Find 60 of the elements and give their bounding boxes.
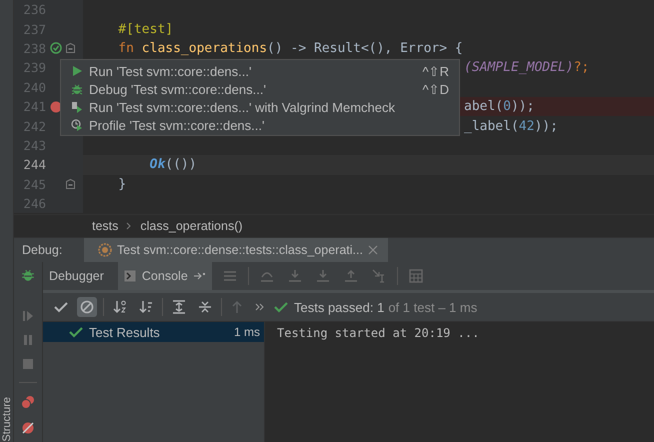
fold-icon[interactable] <box>66 43 75 54</box>
breadcrumb-item[interactable]: class_operations() <box>140 219 243 233</box>
code-line: _label(42)); <box>464 118 558 134</box>
check-icon <box>54 301 68 313</box>
sort-duration-icon[interactable] <box>139 300 153 314</box>
table-icon[interactable] <box>408 269 423 283</box>
more-chevrons-icon[interactable] <box>255 303 265 311</box>
status-detail: of 1 test – 1 ms <box>388 300 478 314</box>
bug-icon <box>71 83 83 95</box>
clock-run-icon <box>71 119 83 131</box>
structure-tab[interactable]: Structure <box>0 393 12 442</box>
memory-run-icon <box>71 101 83 113</box>
show-ignored-toggle[interactable] <box>77 297 97 317</box>
check-icon <box>274 301 288 313</box>
menu-item[interactable]: Run 'Test svm::core::dens...' with Valgrind Memcheck <box>61 98 459 116</box>
gear-circle-icon <box>98 243 112 257</box>
pause-icon[interactable] <box>22 334 34 346</box>
code-line: #[test] <box>117 22 174 37</box>
code-line: } <box>117 176 126 192</box>
breakpoints-icon[interactable] <box>21 395 35 409</box>
close-icon[interactable] <box>368 245 378 255</box>
breakpoint-icon[interactable] <box>50 100 62 113</box>
collapse-all-icon[interactable] <box>198 300 212 314</box>
chevron-right-icon <box>126 222 132 230</box>
pin-arrow-icon[interactable] <box>194 272 206 280</box>
arrow-up-icon[interactable] <box>231 300 243 314</box>
test-passed-run-icon[interactable] <box>50 42 62 54</box>
console-icon <box>124 270 136 282</box>
duration-text: 1 ms <box>234 325 260 339</box>
bug-icon[interactable] <box>21 268 35 282</box>
panel-tab[interactable]: Console <box>118 262 212 290</box>
blocked-icon <box>80 300 94 314</box>
sort-alpha-icon[interactable] <box>113 300 127 314</box>
resume-icon[interactable] <box>22 310 34 322</box>
stop-icon[interactable] <box>22 358 34 370</box>
check-icon <box>69 326 83 338</box>
expand-all-icon[interactable] <box>172 300 186 314</box>
breadcrumb-item[interactable]: tests <box>92 219 118 233</box>
status-text: Tests passed: 1 <box>294 300 384 314</box>
menu-icon[interactable] <box>222 270 237 282</box>
run-to-cursor-icon[interactable] <box>372 269 386 283</box>
force-step-into-icon[interactable] <box>316 269 330 283</box>
console-line: Testing started at 20:19 ... <box>277 326 480 340</box>
code-line: Ok(()) <box>148 157 197 172</box>
step-into-icon[interactable] <box>288 269 302 283</box>
menu-item[interactable]: Run 'Test svm::core::dens...' ^⇧R <box>61 62 459 80</box>
menu-item[interactable]: Debug 'Test svm::core::dens...' ^⇧D <box>61 80 459 98</box>
code-line: (SAMPLE_MODEL)?; <box>464 60 590 76</box>
line-number: 244 <box>22 157 46 172</box>
code-line: fn class_operations() -> Result<(), Error> { <box>117 40 463 56</box>
debug-label: Debug: <box>21 242 64 259</box>
fold-icon[interactable] <box>66 179 75 190</box>
tree-row[interactable]: Test Results 1 ms <box>43 322 264 342</box>
panel-tab[interactable]: Debugger <box>43 262 110 290</box>
tree-label: Test Results <box>89 324 161 340</box>
menu-item[interactable]: Profile 'Test svm::core::dens...' <box>61 116 459 134</box>
session-tab[interactable]: Test svm::core::dense::tests::class_operati... <box>84 238 388 262</box>
step-out-icon[interactable] <box>344 269 358 283</box>
mute-breakpoints-icon[interactable] <box>21 421 35 435</box>
code-line: abel(0)); <box>464 99 534 114</box>
